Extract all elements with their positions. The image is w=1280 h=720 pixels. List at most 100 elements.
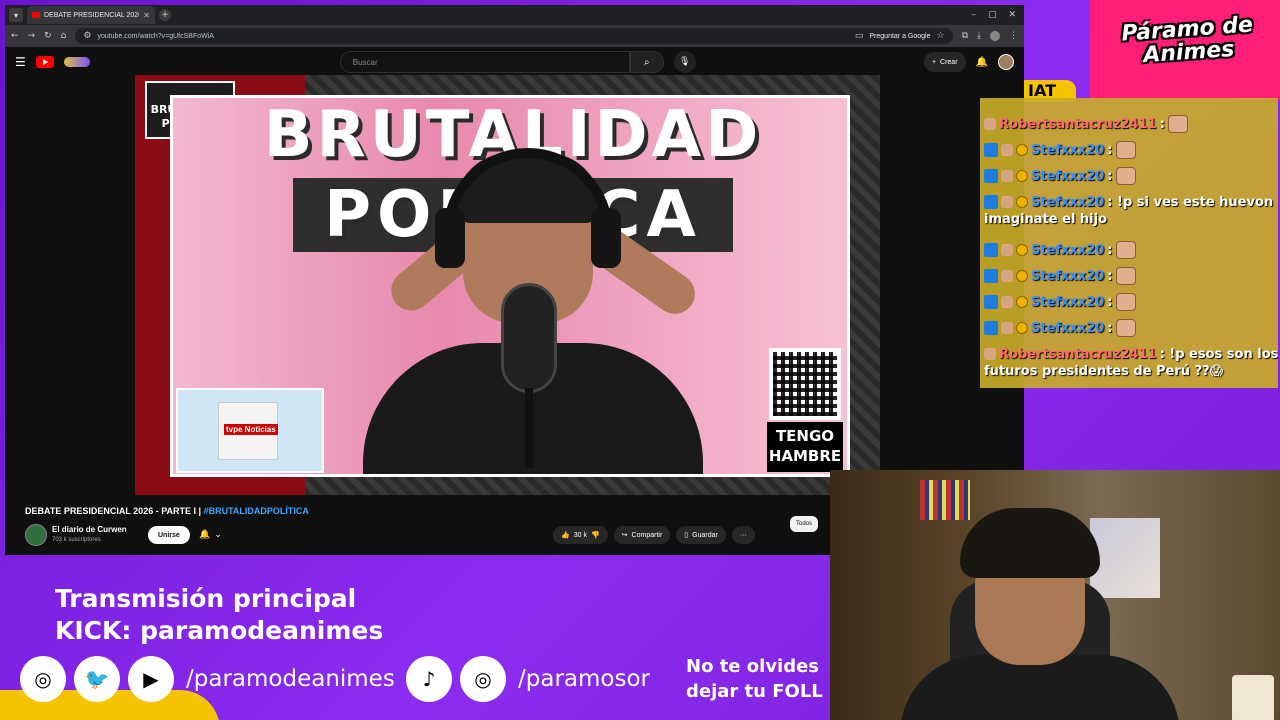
chat-username[interactable]: Stefxxx20 [1031,243,1104,258]
chat-panel: Robertsantacruz2411: Stefxxx20: Stefxxx20:… [980,98,1278,388]
chat-message: Stefxxx20: [984,316,1136,340]
omnibox[interactable]: ⚙ youtube.com/watch?v=gUfcSBFoWiA ▭ Preg… [75,28,953,44]
notifications-bell-icon[interactable]: 🔔 [976,57,988,68]
youtube-logo[interactable] [35,56,54,68]
thumbs-down-icon[interactable]: 👎 [591,531,600,539]
save-button[interactable]: ▯ Guardar [676,526,726,544]
emote-icon [1115,319,1136,337]
headphone-right [591,208,621,268]
qr-code [769,348,841,420]
tvpe-logo: tvpe Noticias [224,424,278,435]
extensions-icon[interactable]: ⧉ [962,31,968,41]
instagram-icon-2: ◎ [460,656,506,702]
subscriber-badge-icon [1016,170,1028,182]
more-actions-button[interactable]: ··· [731,526,755,544]
chat-username[interactable]: Stefxxx20 [1031,143,1104,158]
join-button[interactable]: Unirse [148,526,190,544]
downloads-icon[interactable]: ⤓ [977,31,981,41]
ask-google-button[interactable]: Preguntar a Google [869,33,930,40]
video-player[interactable]: BRUTALIDAD POLÍTICA BRUTALIDAD POLÍTICA … [135,75,880,495]
tab-search-icon[interactable]: ▾ [9,8,23,22]
verified-badge-icon [984,195,998,209]
headphone-left [435,208,465,268]
home-icon[interactable]: ⌂ [61,31,67,41]
filter-chip-all[interactable]: Todos [790,516,819,532]
subscriber-badge-icon [1016,270,1028,282]
url-text[interactable]: youtube.com/watch?v=gUfcSBFoWiA [97,33,848,40]
close-tab-icon[interactable]: ✕ [143,11,150,20]
new-tab-icon[interactable]: + [159,9,171,21]
social-handle-1: /paramodeanimes [186,666,395,692]
emote-icon [1115,293,1136,311]
chat-message: Stefxxx20: [984,290,1136,314]
follow-reminder: No te olvides dejar tu FOLL [686,654,830,704]
chat-username[interactable]: Robertsantacruz2411 [999,347,1157,362]
chat-username[interactable]: Stefxxx20 [1031,169,1104,184]
like-count: 30 k [573,531,587,539]
subscription-bell-button[interactable]: 🔔 ⌄ [193,526,228,544]
save-label: Guardar [692,531,718,539]
social-handle-2: /paramosor [518,666,650,692]
twitter-icon: 🐦 [74,656,120,702]
hamburger-menu-icon[interactable]: ☰ [15,55,26,69]
chat-message: Stefxxx20: [984,264,1136,288]
microphone-icon[interactable]: 🎙 [673,51,696,73]
maximize-icon[interactable]: ▢ [988,10,997,20]
share-icon: ↪ [621,532,628,539]
verified-badge-icon [984,269,998,283]
channel-avatar[interactable] [25,524,47,546]
like-button[interactable]: 👍 30 k 👎 [553,526,608,544]
chat-username[interactable]: Stefxxx20 [1031,321,1104,336]
chat-username[interactable]: Stefxxx20 [1031,295,1104,310]
profile-avatar[interactable] [990,31,1000,41]
share-button[interactable]: ↪ Compartir [613,526,671,544]
reload-icon[interactable]: ↻ [44,31,52,41]
chat-text: : [1107,294,1113,310]
chat-username[interactable]: Robertsantacruz2411 [999,117,1157,132]
video-title-hashtag[interactable]: #BRUTALIDADPOLÍTICA [204,506,309,516]
chat-message: imaginate el hijo [984,212,1108,227]
bookmark-star-icon[interactable]: ☆ [937,31,945,41]
forward-icon[interactable]: → [28,31,36,41]
subscriber-badge-icon [1016,296,1028,308]
bookshelf [920,480,970,520]
search-icon[interactable]: ⌕ [629,51,664,73]
menu-dots-icon[interactable]: ⋮ [1009,31,1018,41]
close-window-icon[interactable]: ✕ [1008,10,1016,20]
user-badge-icon [1001,244,1013,256]
emote-icon [1115,167,1136,185]
tvpe-inset: tvpe Noticias [176,388,324,473]
tengo-hambre-label: TENGO HAMBRE [767,422,843,472]
chat-message: Stefxxx20: [984,138,1136,162]
chat-username[interactable]: Stefxxx20 [1031,269,1104,284]
back-icon[interactable]: ← [11,31,19,41]
emote-icon [1115,241,1136,259]
minimize-icon[interactable]: – [971,10,976,20]
follow-line-1: No te olvides [686,656,820,677]
channel-name[interactable]: El diario de Curwen [52,525,127,534]
chat-username[interactable]: Stefxxx20 [1031,195,1104,210]
user-badge-icon [1001,270,1013,282]
youtube-icon: ▶ [128,656,174,702]
user-avatar[interactable] [998,54,1014,70]
main-stream-line-2: KICK: paramodeanimes [55,616,384,645]
cast-icon[interactable]: ▭ [855,31,864,41]
chat-text: : [1107,168,1113,184]
site-info-icon[interactable]: ⚙ [83,31,91,41]
headphones-icon [443,148,613,268]
chat-message: Robertsantacruz2411: [984,112,1188,136]
social-row-2: ♪ ◎ /paramosor [406,656,650,702]
user-badge-icon [1001,144,1013,156]
share-label: Compartir [631,531,663,539]
chat-text: : !p si ves este huevon [1107,194,1274,210]
create-button[interactable]: + Crear [923,52,966,72]
search-input[interactable]: Buscar [339,51,630,73]
browser-tab[interactable]: DEBATE PRESIDENCIAL 2026 ✕ [27,6,155,24]
video-title-main: DEBATE PRESIDENCIAL 2026 - PARTE I | [25,506,204,516]
qr-pattern [773,352,837,416]
chat-text: : [1107,142,1113,158]
bookmark-icon: ▯ [684,532,689,539]
doodle-logo[interactable] [63,57,90,67]
subscriber-badge-icon [1016,322,1028,334]
video-meta: DEBATE PRESIDENCIAL 2026 - PARTE I | #BR… [5,500,830,555]
